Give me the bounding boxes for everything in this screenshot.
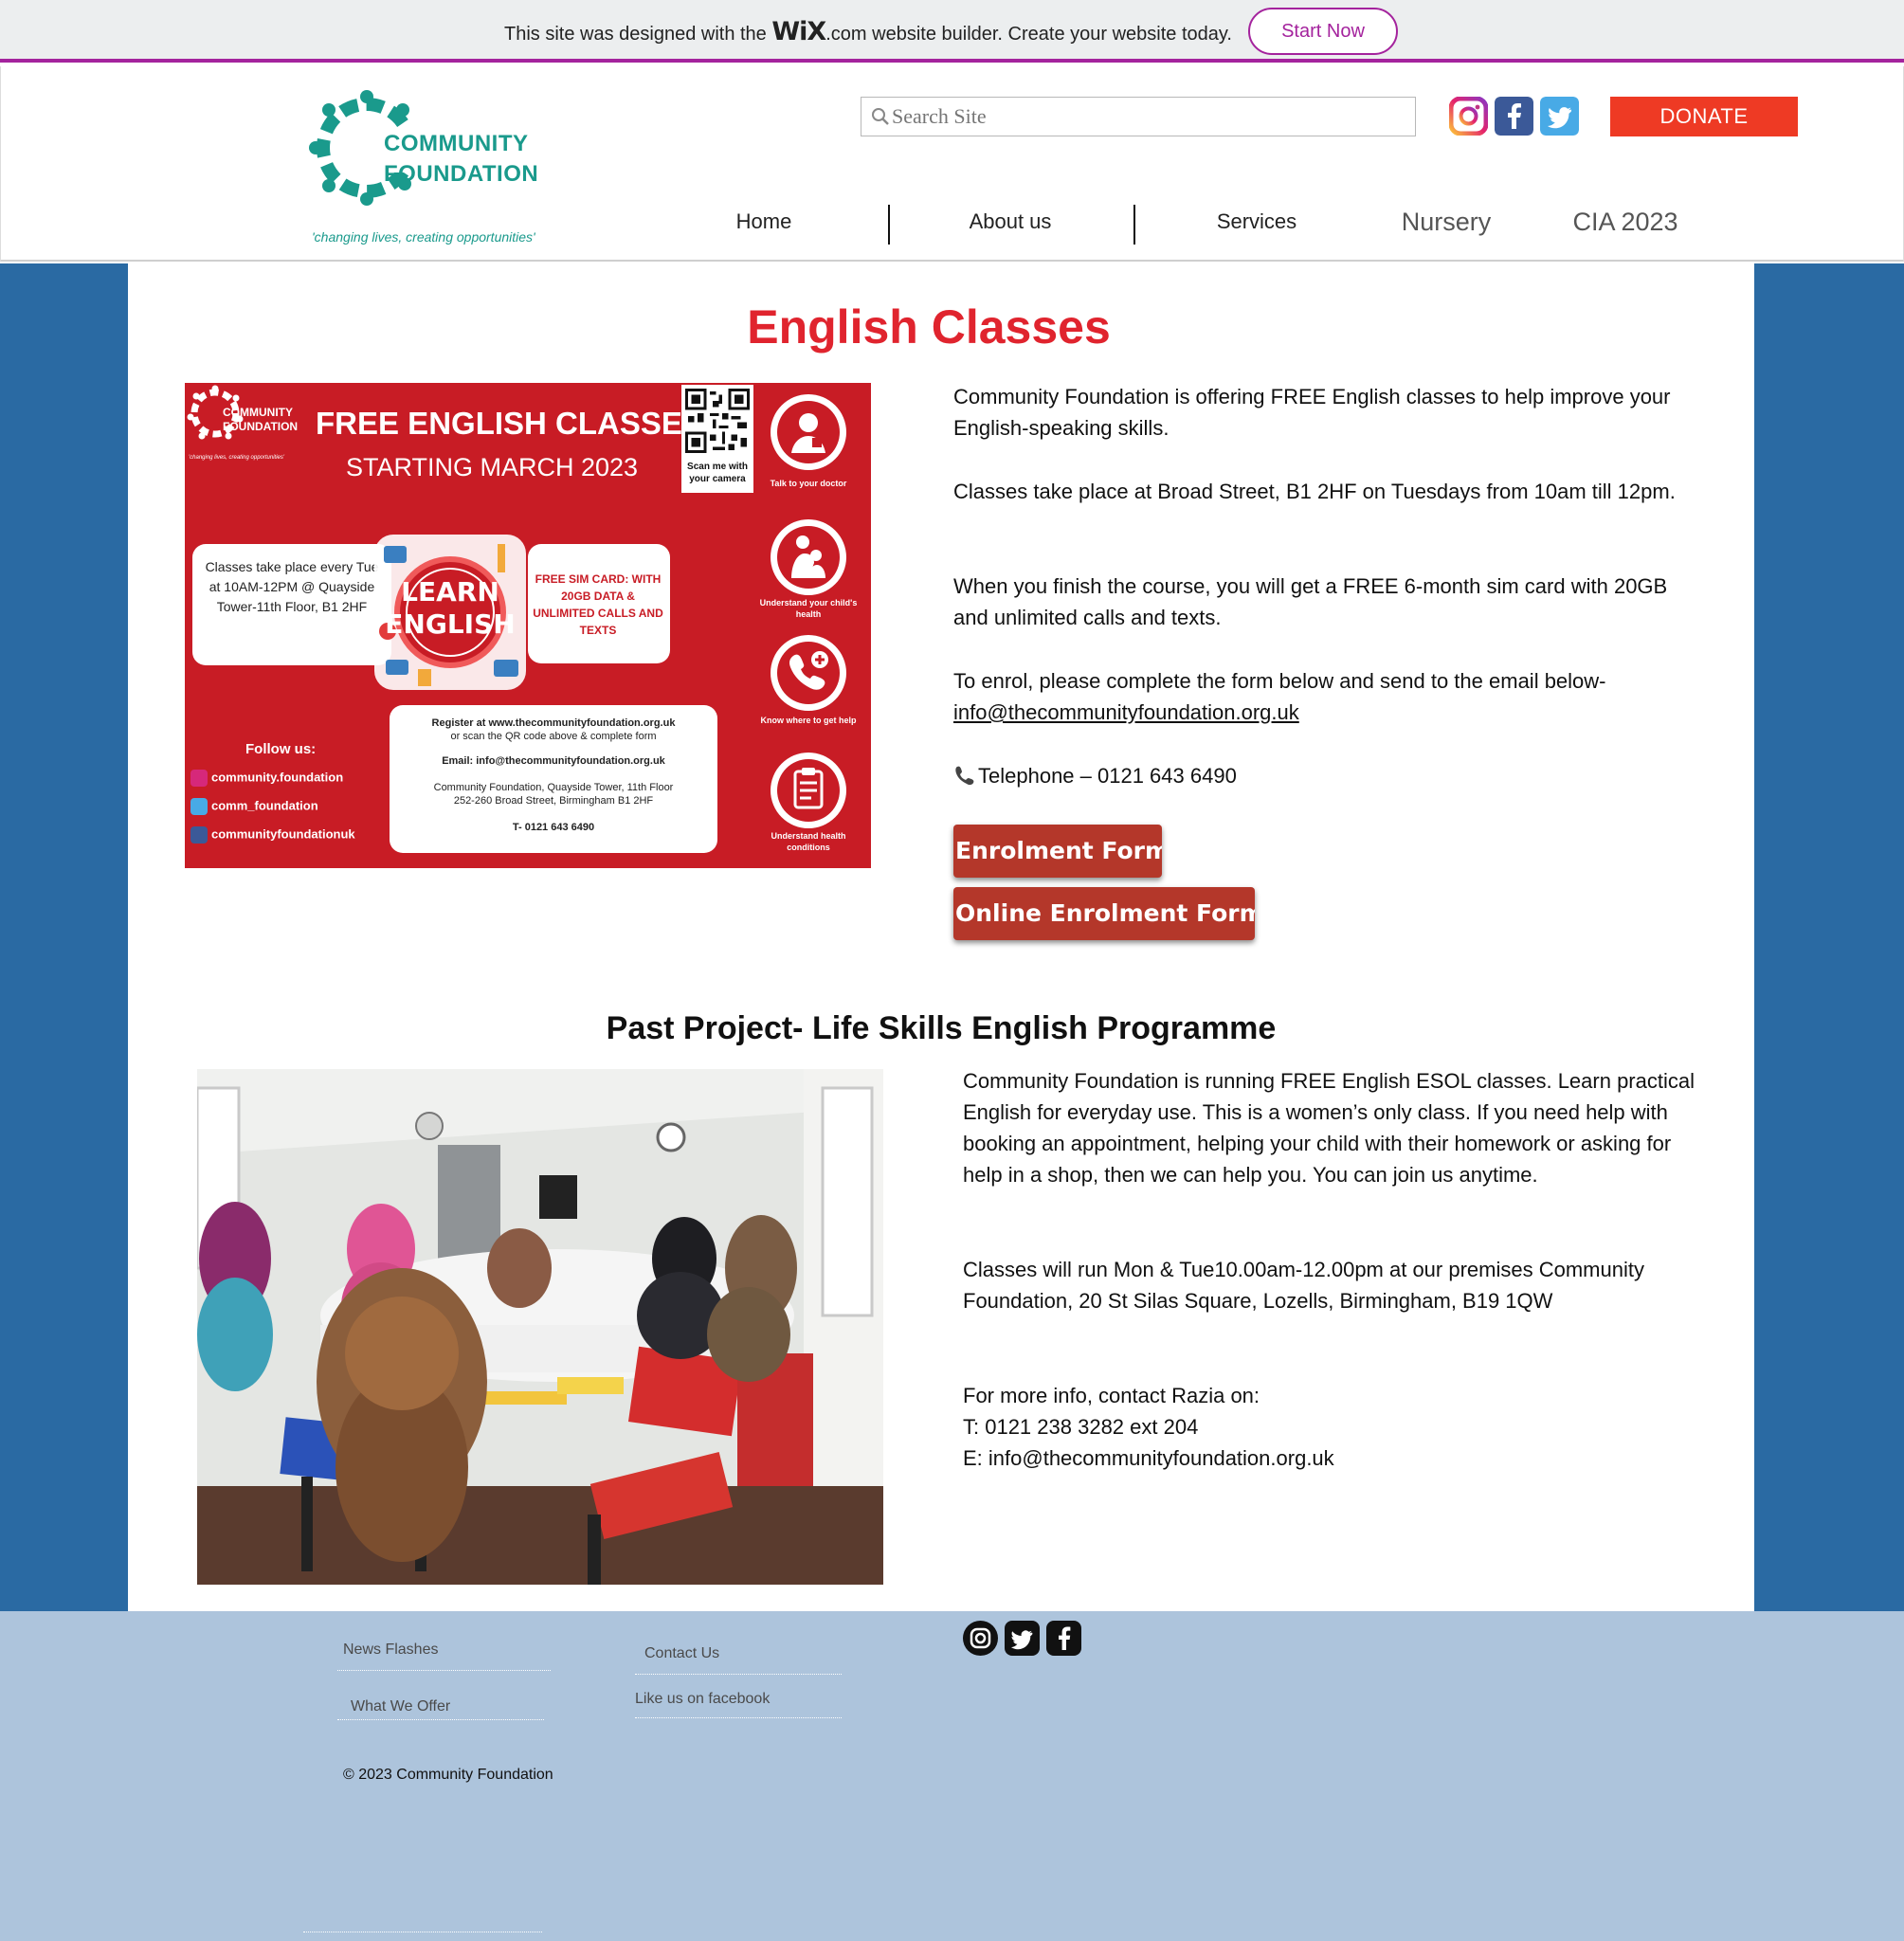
nav-about-us[interactable]: About us bbox=[939, 201, 1081, 243]
sim-card-paragraph: When you finish the course, you will get… bbox=[953, 574, 1668, 629]
footer-link-facebook[interactable]: Like us on facebook bbox=[635, 1691, 770, 1708]
flyer-heading: FREE ENGLISH CLASSES bbox=[316, 406, 703, 441]
classroom-photo bbox=[197, 1069, 883, 1585]
site-footer: News Flashes What We Offer Contact Us Li… bbox=[0, 1611, 1904, 1941]
intro-paragraph: Community Foundation is offering FREE En… bbox=[953, 385, 1671, 440]
enrol-email-link-wrap: info@thecommunityfoundation.org.uk bbox=[953, 697, 1299, 728]
instagram-icon[interactable] bbox=[963, 1621, 998, 1656]
icon-caption-child-health: Understand your child's health bbox=[759, 598, 858, 619]
copyright: © 2023 Community Foundation bbox=[343, 1767, 553, 1783]
site-search[interactable] bbox=[861, 97, 1416, 136]
flyer-instagram: community.foundation bbox=[190, 770, 343, 787]
start-now-button[interactable]: Start Now bbox=[1248, 8, 1398, 55]
nav-cia-2023[interactable]: CIA 2023 bbox=[1548, 201, 1703, 243]
contact-phone: T: 0121 238 3282 ext 204 bbox=[963, 1415, 1199, 1439]
phone-help-icon bbox=[771, 635, 846, 711]
child-health-icon bbox=[771, 519, 846, 595]
location-paragraph: Classes take place at Broad Street, B1 2… bbox=[953, 480, 1676, 503]
telephone-line: Telephone – 0121 643 6490 bbox=[953, 760, 1237, 791]
nav-home[interactable]: Home bbox=[693, 201, 835, 243]
page-title: English Classes bbox=[747, 300, 1111, 354]
phone-icon bbox=[955, 766, 974, 786]
flyer-logo-tagline: 'changing lives, creating opportunities' bbox=[189, 455, 285, 461]
past-project-title: Past Project- Life Skills English Progra… bbox=[606, 1010, 1277, 1046]
search-icon bbox=[872, 108, 889, 125]
search-input[interactable] bbox=[892, 101, 1404, 132]
nav-divider bbox=[888, 205, 890, 245]
past-project-schedule: Classes will run Mon & Tue10.00am-12.00p… bbox=[963, 1258, 1644, 1313]
icon-caption-health-conditions: Understand health conditions bbox=[771, 831, 846, 852]
classes-info-box: Classes take place every Tue at 10AM-12P… bbox=[192, 544, 391, 665]
flyer-subheading: STARTING MARCH 2023 bbox=[346, 453, 639, 481]
logo-name: COMMUNITY FOUNDATION bbox=[384, 131, 539, 187]
twitter-icon[interactable] bbox=[1540, 97, 1579, 136]
enrol-email-link[interactable]: info@thecommunityfoundation.org.uk bbox=[953, 700, 1299, 724]
icon-caption-get-help: Know where to get help bbox=[760, 716, 857, 725]
registration-box: Register at www.thecommunityfoundation.o… bbox=[390, 705, 717, 853]
flyer-logo-text: COMMUNITY FOUNDATION bbox=[223, 406, 299, 433]
logo-tagline: 'changing lives, creating opportunities' bbox=[312, 229, 535, 245]
follow-us-label: Follow us: bbox=[245, 741, 317, 757]
doctor-icon bbox=[771, 394, 846, 470]
classroom-photo-illustration bbox=[197, 1069, 883, 1585]
past-project-paragraph: Community Foundation is running FREE Eng… bbox=[963, 1069, 1695, 1187]
learn-english-text: LEARN ENGLISH bbox=[385, 576, 516, 640]
footer-link-contact-us[interactable]: Contact Us bbox=[644, 1645, 719, 1662]
clipboard-icon bbox=[771, 753, 846, 828]
footer-divider bbox=[337, 1719, 544, 1720]
learn-english-badge: LEARN ENGLISH bbox=[365, 527, 535, 698]
enrol-paragraph: To enrol, please complete the form below… bbox=[953, 669, 1606, 693]
main-content: English Classes COMMUNITY FOUNDATION 'ch… bbox=[128, 263, 1754, 1611]
nav-divider bbox=[1133, 205, 1135, 245]
facebook-icon[interactable] bbox=[1046, 1621, 1081, 1656]
english-classes-flyer: COMMUNITY FOUNDATION 'changing lives, cr… bbox=[185, 383, 871, 868]
instagram-icon bbox=[190, 770, 208, 787]
footer-link-what-we-offer[interactable]: What We Offer bbox=[351, 1698, 450, 1715]
sim-card-text: FREE SIM CARD: WITH 20GB DATA & UNLIMITE… bbox=[533, 572, 663, 637]
nav-services[interactable]: Services bbox=[1186, 201, 1328, 243]
flyer-facebook: communityfoundationuk bbox=[190, 826, 355, 844]
qr-caption: Scan me with your camera bbox=[687, 462, 748, 484]
facebook-icon bbox=[190, 826, 208, 844]
footer-divider bbox=[635, 1674, 842, 1675]
footer-link-news-flashes[interactable]: News Flashes bbox=[343, 1642, 438, 1659]
flyer-twitter: comm_foundation bbox=[190, 798, 318, 815]
footer-divider bbox=[337, 1670, 551, 1671]
footer-divider bbox=[635, 1717, 842, 1718]
enrolment-form-button[interactable]: Enrolment Form bbox=[953, 825, 1162, 878]
contact-email[interactable]: E: info@thecommunityfoundation.org.uk bbox=[963, 1442, 1334, 1474]
site-logo[interactable]: COMMUNITY FOUNDATION 'changing lives, cr… bbox=[306, 82, 562, 262]
donate-button[interactable]: DONATE bbox=[1610, 97, 1798, 136]
facebook-icon[interactable] bbox=[1495, 97, 1533, 136]
instagram-icon[interactable] bbox=[1449, 97, 1488, 136]
qr-code-icon bbox=[685, 389, 750, 453]
twitter-icon bbox=[190, 798, 208, 815]
wix-logo: WiX bbox=[771, 17, 826, 46]
icon-caption-doctor: Talk to your doctor bbox=[770, 479, 847, 488]
qr-code: Scan me with your camera bbox=[681, 385, 753, 493]
nav-nursery[interactable]: Nursery bbox=[1375, 201, 1517, 243]
online-enrolment-form-button[interactable]: Online Enrolment Form bbox=[953, 887, 1255, 940]
twitter-icon[interactable] bbox=[1005, 1621, 1040, 1656]
contact-intro: For more info, contact Razia on: bbox=[963, 1384, 1260, 1407]
wix-banner-text: This site was designed with the WiX.com … bbox=[504, 17, 1232, 46]
site-header: COMMUNITY FOUNDATION 'changing lives, cr… bbox=[0, 66, 1904, 262]
wix-banner: This site was designed with the WiX.com … bbox=[0, 0, 1904, 63]
